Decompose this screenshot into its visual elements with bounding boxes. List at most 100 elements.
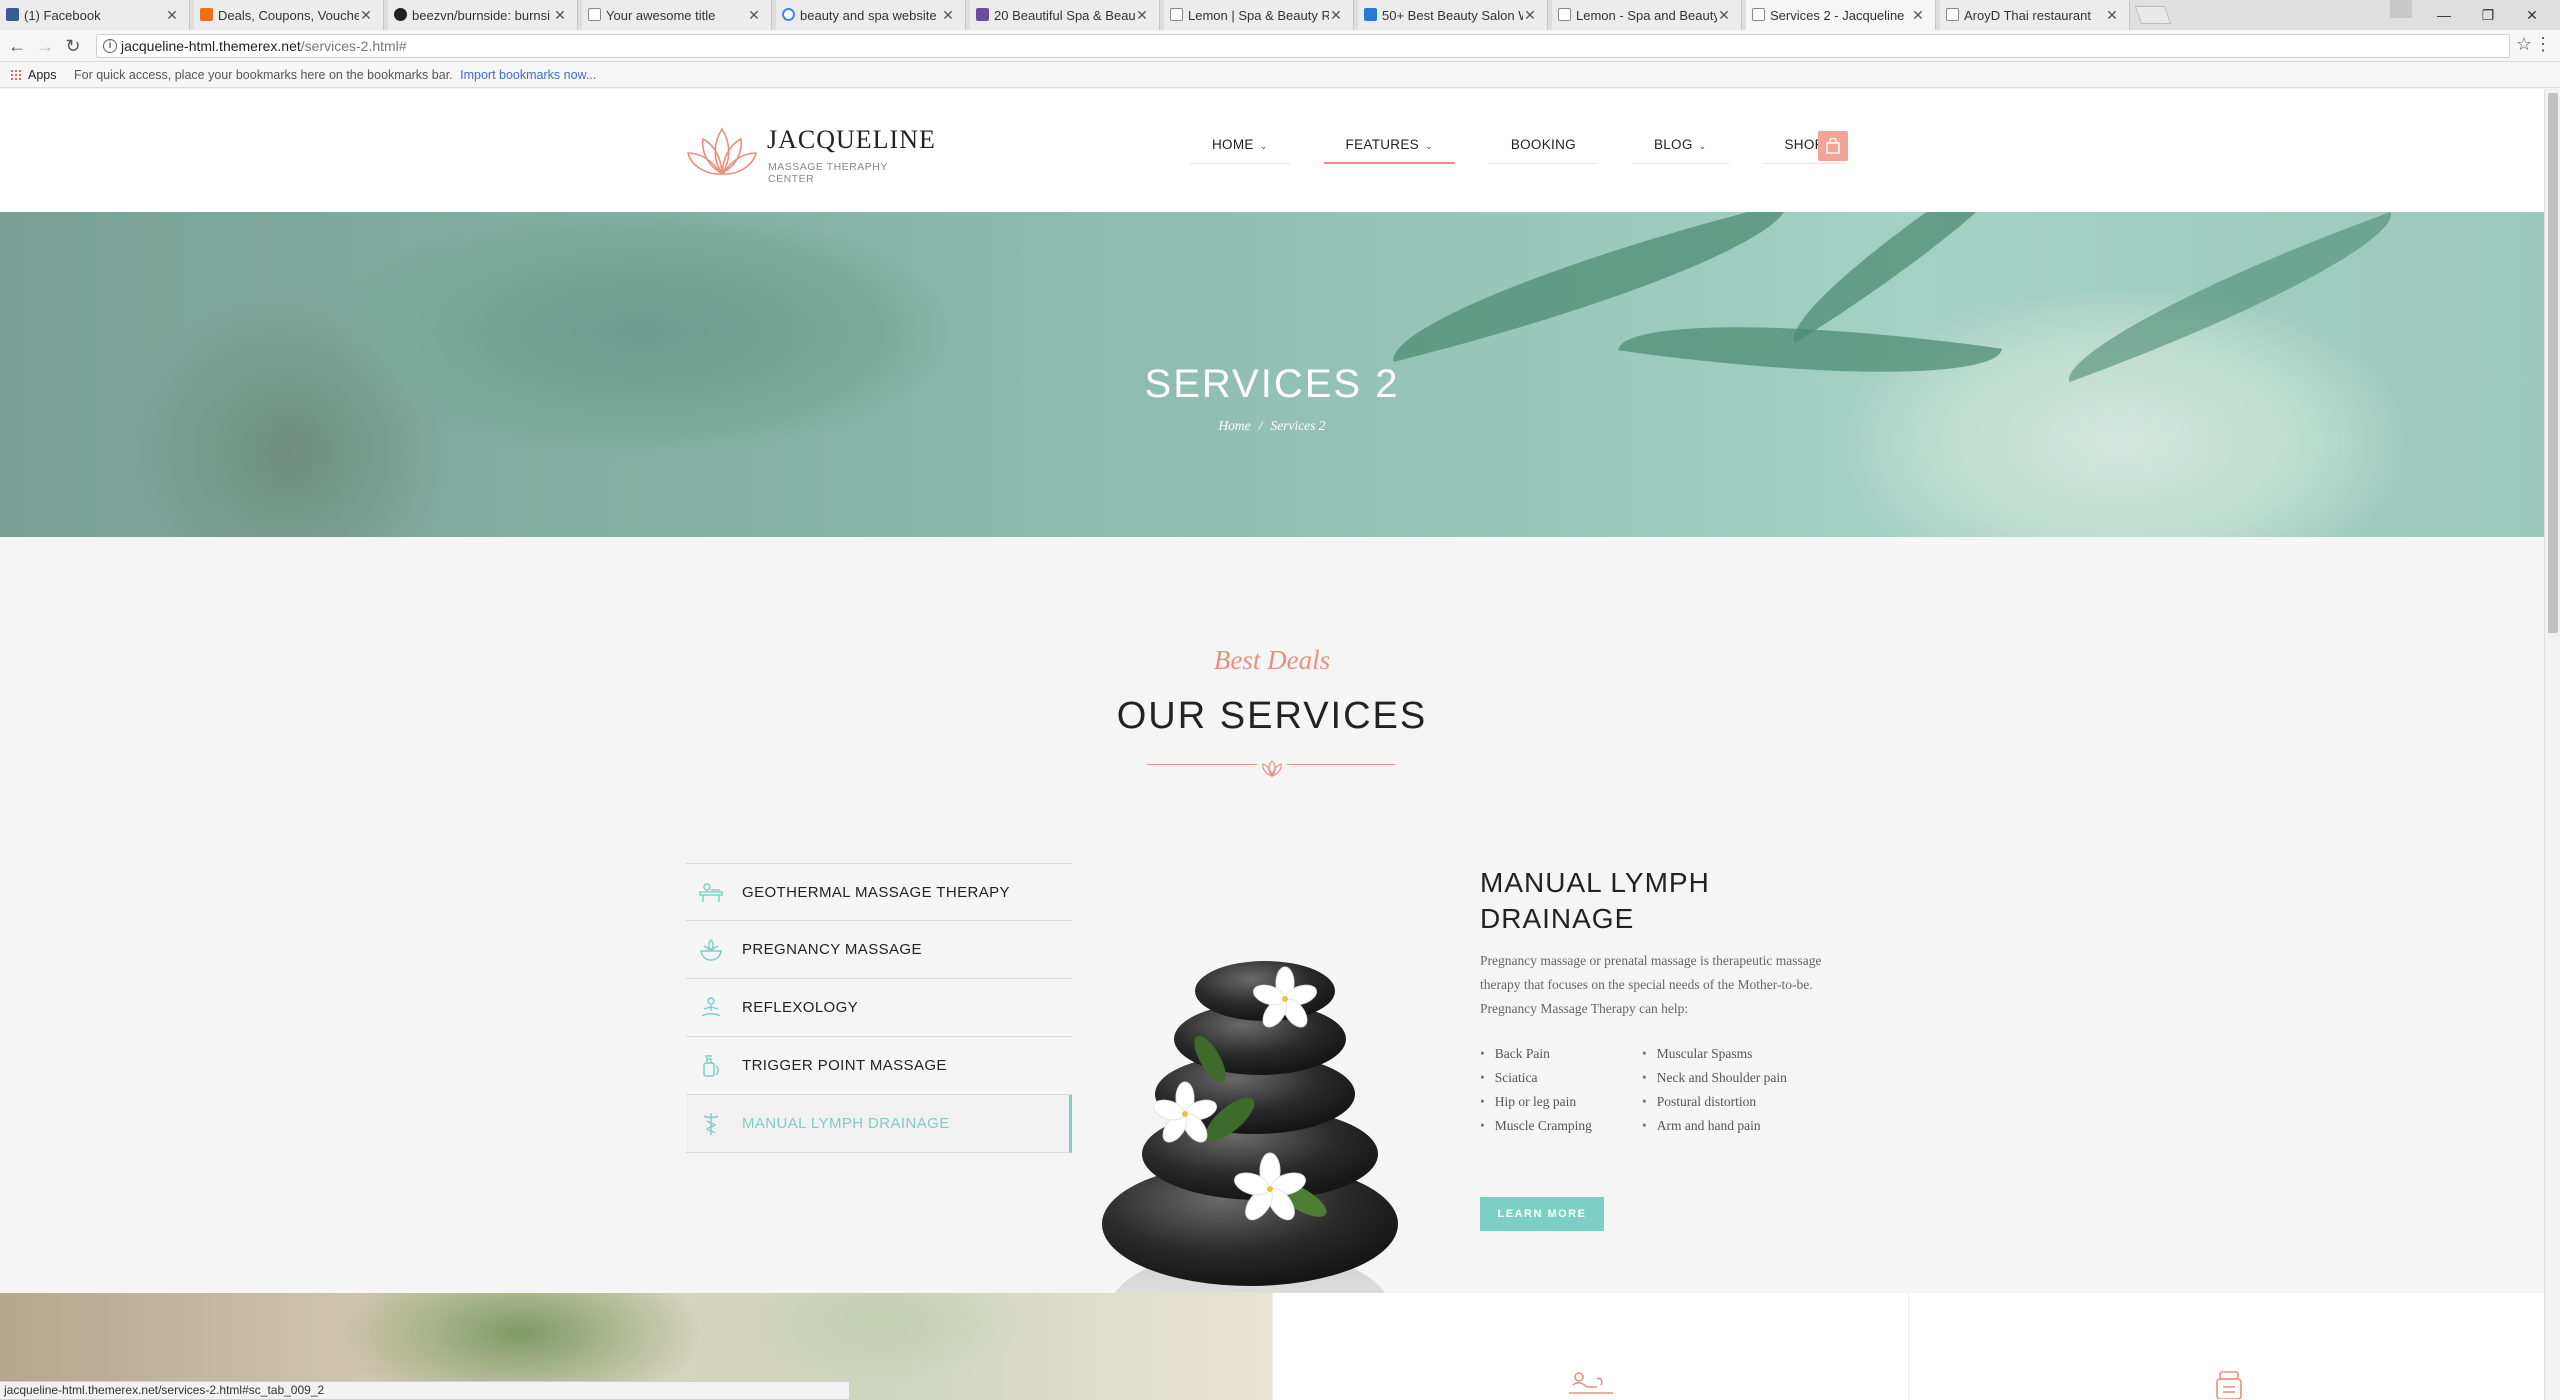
google-icon: [782, 8, 795, 21]
maximize-button[interactable]: ❐: [2466, 0, 2510, 30]
nav-item-blog[interactable]: BLOG ⌄: [1631, 134, 1729, 164]
favicon-icon: [6, 8, 19, 21]
jar-icon: [2216, 1371, 2242, 1399]
service-tab-label: REFLEXOLOGY: [742, 999, 859, 1016]
page-viewport: JACQUELINE MASSAGE THERAPHY CENTER HOME ⌄…: [0, 89, 2544, 1400]
nav-item-home[interactable]: HOME ⌄: [1190, 134, 1290, 164]
nav-label: FEATURES: [1345, 137, 1419, 152]
oil-bottle-icon: [686, 1037, 742, 1095]
close-tab-icon[interactable]: ✕: [359, 7, 373, 24]
service-tab-label: MANUAL LYMPH DRAINAGE: [742, 1115, 950, 1132]
close-tab-icon[interactable]: ✕: [747, 7, 761, 24]
chevron-down-icon: ⌄: [1259, 141, 1268, 151]
browser-tab[interactable]: Lemon - Spa and Beauty ✕: [1552, 0, 1742, 30]
minimize-button[interactable]: —: [2422, 0, 2466, 30]
breadcrumb-current: Services 2: [1270, 418, 1326, 433]
reload-button[interactable]: ↻: [62, 36, 84, 58]
services-tab-list: GEOTHERMAL MASSAGE THERAPY PREGNANCY MAS…: [686, 863, 1072, 1153]
logo-name: JACQUELINE: [767, 125, 936, 154]
close-tab-icon[interactable]: ✕: [1911, 7, 1925, 24]
service-tab[interactable]: TRIGGER POINT MASSAGE: [686, 1037, 1072, 1095]
browser-tab[interactable]: beezvn/burnside: burnsi ✕: [388, 0, 578, 30]
page-icon: [1752, 8, 1765, 21]
apps-shortcut[interactable]: Apps: [28, 68, 57, 82]
browser-tab[interactable]: 50+ Best Beauty Salon W ✕: [1358, 0, 1548, 30]
hero-leaf-decor: [1770, 212, 2050, 344]
browser-tab[interactable]: (1) Facebook ✕: [0, 0, 190, 30]
browser-tab[interactable]: Deals, Coupons, Voucher ✕: [194, 0, 384, 30]
scrollbar-thumb[interactable]: [2548, 93, 2558, 633]
massage-table-icon: [686, 863, 742, 921]
back-button[interactable]: ←: [6, 36, 28, 58]
hero-leaf-decor: [2052, 212, 2408, 383]
breadcrumb-separator: /: [1258, 418, 1263, 433]
page-scrollbar[interactable]: [2544, 89, 2560, 1400]
service-tab-label: TRIGGER POINT MASSAGE: [742, 1057, 947, 1074]
service-detail-title: MANUAL LYMPH DRAINAGE: [1480, 867, 1710, 934]
benefits-list-right: Muscular Spasms Neck and Shoulder pain P…: [1642, 1042, 1787, 1138]
browser-tab[interactable]: AroyD Thai restaurant ✕: [1940, 0, 2130, 30]
user-profile-icon[interactable]: [2390, 0, 2412, 18]
nav-label: BOOKING: [1510, 137, 1576, 152]
service-tab[interactable]: GEOTHERMAL MASSAGE THERAPY: [686, 863, 1072, 921]
forward-button[interactable]: →: [34, 36, 56, 58]
lotus-logo-icon: [686, 127, 758, 175]
chevron-down-icon: ⌄: [1424, 141, 1433, 151]
benefit-item: Neck and Shoulder pain: [1642, 1066, 1787, 1090]
close-tab-icon[interactable]: ✕: [2105, 7, 2119, 24]
close-tab-icon[interactable]: ✕: [165, 7, 179, 24]
browser-tab[interactable]: beauty and spa website ✕: [776, 0, 966, 30]
lotus-divider-icon: [1257, 759, 1287, 779]
favicon-icon: [200, 8, 213, 21]
chevron-down-icon: ⌄: [1698, 141, 1707, 151]
apps-grid-icon: [10, 69, 22, 81]
close-tab-icon[interactable]: ✕: [1523, 7, 1537, 24]
site-info-icon[interactable]: i: [103, 39, 117, 53]
learn-more-button[interactable]: LEARN MORE: [1480, 1197, 1604, 1231]
favicon-icon: [976, 8, 989, 21]
breadcrumb-home-link[interactable]: Home: [1218, 418, 1250, 433]
site-logo[interactable]: JACQUELINE MASSAGE THERAPHY CENTER: [685, 121, 935, 185]
browser-menu-icon[interactable]: ⋮: [2534, 34, 2552, 55]
massage-icon: [1569, 1372, 1613, 1394]
service-tab[interactable]: PREGNANCY MASSAGE: [686, 921, 1072, 979]
service-tab[interactable]: REFLEXOLOGY: [686, 979, 1072, 1037]
service-detail-description: Pregnancy massage or prenatal massage is…: [1480, 953, 1822, 1016]
cart-button[interactable]: [1818, 131, 1848, 161]
close-tab-icon[interactable]: ✕: [1329, 7, 1343, 24]
browser-tab[interactable]: 20 Beautiful Spa & Beau ✕: [970, 0, 1160, 30]
benefit-item: Back Pain: [1480, 1042, 1642, 1066]
browser-tab-active[interactable]: Services 2 - Jacqueline ✕: [1746, 0, 1936, 30]
import-bookmarks-link[interactable]: Import bookmarks now...: [460, 68, 596, 82]
page-icon: [588, 8, 601, 21]
site-header: JACQUELINE MASSAGE THERAPHY CENTER HOME ⌄…: [0, 89, 2544, 212]
logo-tagline: MASSAGE THERAPHY CENTER: [768, 161, 888, 185]
bookmarks-hint: For quick access, place your bookmarks h…: [73, 68, 453, 82]
service-tab-label: PREGNANCY MASSAGE: [742, 941, 922, 958]
nav-item-features[interactable]: FEATURES ⌄: [1323, 134, 1455, 164]
url-input[interactable]: i jacqueline-html.themerex.net/services-…: [96, 34, 2510, 58]
bookmark-star-icon[interactable]: ☆: [2516, 34, 2532, 55]
browser-tab[interactable]: Your awesome title ✕: [582, 0, 772, 30]
close-window-button[interactable]: ✕: [2510, 0, 2554, 30]
benefit-item: Muscular Spasms: [1642, 1042, 1787, 1066]
close-tab-icon[interactable]: ✕: [1717, 7, 1731, 24]
breadcrumb: Home / Services 2: [0, 418, 2544, 434]
close-tab-icon[interactable]: ✕: [941, 7, 955, 24]
nav-item-booking[interactable]: BOOKING: [1488, 134, 1598, 164]
url-host: jacqueline-html.themerex.net: [121, 38, 301, 54]
close-tab-icon[interactable]: ✕: [1135, 7, 1149, 24]
page-icon: [1946, 8, 1959, 21]
nav-label: HOME: [1212, 137, 1254, 152]
close-tab-icon[interactable]: ✕: [553, 7, 567, 24]
service-tab-active[interactable]: MANUAL LYMPH DRAINAGE: [686, 1095, 1072, 1153]
lotus-bowl-icon: [686, 921, 742, 979]
shopping-bag-icon: [1826, 138, 1840, 154]
favicon-icon: [394, 8, 407, 21]
page-icon: [1558, 8, 1571, 21]
browser-tab[interactable]: Lemon | Spa & Beauty R ✕: [1164, 0, 1354, 30]
new-tab-button[interactable]: [2134, 6, 2172, 24]
benefit-item: Sciatica: [1480, 1066, 1642, 1090]
meditation-icon: [686, 979, 742, 1037]
benefit-item: Postural distortion: [1642, 1090, 1787, 1114]
